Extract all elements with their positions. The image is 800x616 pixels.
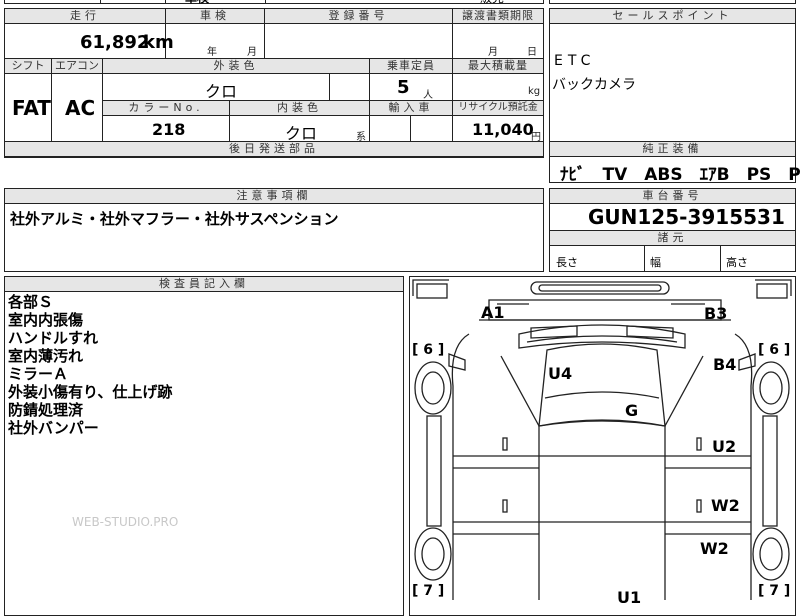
height-label: 高さ [726,256,748,269]
shaken-label: 車検 [166,9,264,23]
mileage-label: 走行 [5,9,165,23]
mark-b4: B4 [713,355,737,374]
tire-right-top: [ 6 ] [758,342,791,358]
ext-color-label: 外装色 [103,59,369,73]
mark-w2b: W2 [700,539,729,558]
maxload-unit: kg [528,86,541,97]
chassis-label: 車台番号 [550,189,795,203]
sales-point-label: セールスポイント [550,9,795,23]
note-line: ハンドルすれ [8,329,99,347]
note-line: 外装小傷有り、仕上げ跡 [8,383,173,401]
ac-label: エアコン [52,59,102,73]
note-line: 各部Ｓ [8,293,54,311]
maxload-label: 最大積載量 [453,59,543,73]
mark-w2a: W2 [711,496,740,515]
note-line: 室内薄汚れ [8,347,84,365]
cut-text-1: 車検 [185,0,209,6]
note-line: ミラーＡ [8,365,69,383]
tire-left-top: [ 6 ] [412,342,445,358]
note-line: 防錆処理済 [8,401,84,419]
mark-u4: U4 [548,364,573,383]
regno-label: 登録番号 [265,9,452,23]
seats-value: 5 [397,77,410,98]
mileage-value: 61,892 [80,32,150,53]
transfer-day: 日 [527,47,537,58]
note-line: 室内内張傷 [8,311,84,329]
int-color-label: 内装色 [230,101,369,115]
transfer-month: 月 [488,47,498,58]
mileage-unit: km [143,32,174,53]
watermark: WEB-STUDIO.PRO [72,515,179,529]
ac-value: AC [65,96,96,120]
width-label: 幅 [650,256,661,269]
seats-label: 乗車定員 [370,59,452,73]
transfer-label: 譲渡書類期限 [453,9,543,23]
shift-label: シフト [5,59,51,73]
sales-line-2: バックカメラ [552,77,636,93]
mark-a1: A1 [481,303,505,322]
top-cut-row [4,0,544,4]
tire-left-bottom: [ 7 ] [412,583,445,599]
shift-value: FAT [12,96,51,120]
seats-unit: 人 [423,90,433,101]
recycle-label: リサイクル預託金 [453,101,543,115]
mark-g: G [625,401,639,420]
equipment-value: ﾅﾋﾞ TV ABS ｴｱB PS PW [560,165,800,185]
mark-u1: U1 [617,588,642,607]
length-label: 長さ [556,256,578,269]
top-cut-right [549,0,796,4]
sales-line-1: ETC [554,53,596,69]
shaken-month: 月 [247,47,257,58]
parts-label: 後日発送部品 [5,142,543,156]
inspector-notes: 各部Ｓ 室内内張傷 ハンドルすれ 室内薄汚れ ミラーＡ 外装小傷有り、仕上げ跡 … [8,293,172,437]
mark-u2: U2 [712,437,737,456]
import-label: 輸入車 [370,101,452,115]
colorno-value: 218 [152,120,186,139]
caution-label: 注意事項欄 [5,189,543,203]
colorno-label: カラーNo. [103,101,229,115]
ext-color-value: クロ [205,82,238,101]
vehicle-info-table [4,8,544,158]
note-line: 社外バンパー [8,419,99,437]
mark-b3: B3 [704,304,728,323]
shaken-year: 年 [207,47,217,58]
inspector-label: 検査員記入欄 [5,277,403,291]
tire-right-bottom: [ 7 ] [758,583,791,599]
recycle-value: 11,040 [472,120,534,139]
caution-value: 社外アルミ・社外マフラー・社外サスペンション [10,210,339,228]
cut-text-2: 販売 [480,0,504,6]
car-diagram [412,279,792,600]
chassis-value: GUN125-3915531 [588,205,785,229]
equipment-label: 純正装備 [550,142,795,156]
dims-label: 諸元 [550,231,795,245]
